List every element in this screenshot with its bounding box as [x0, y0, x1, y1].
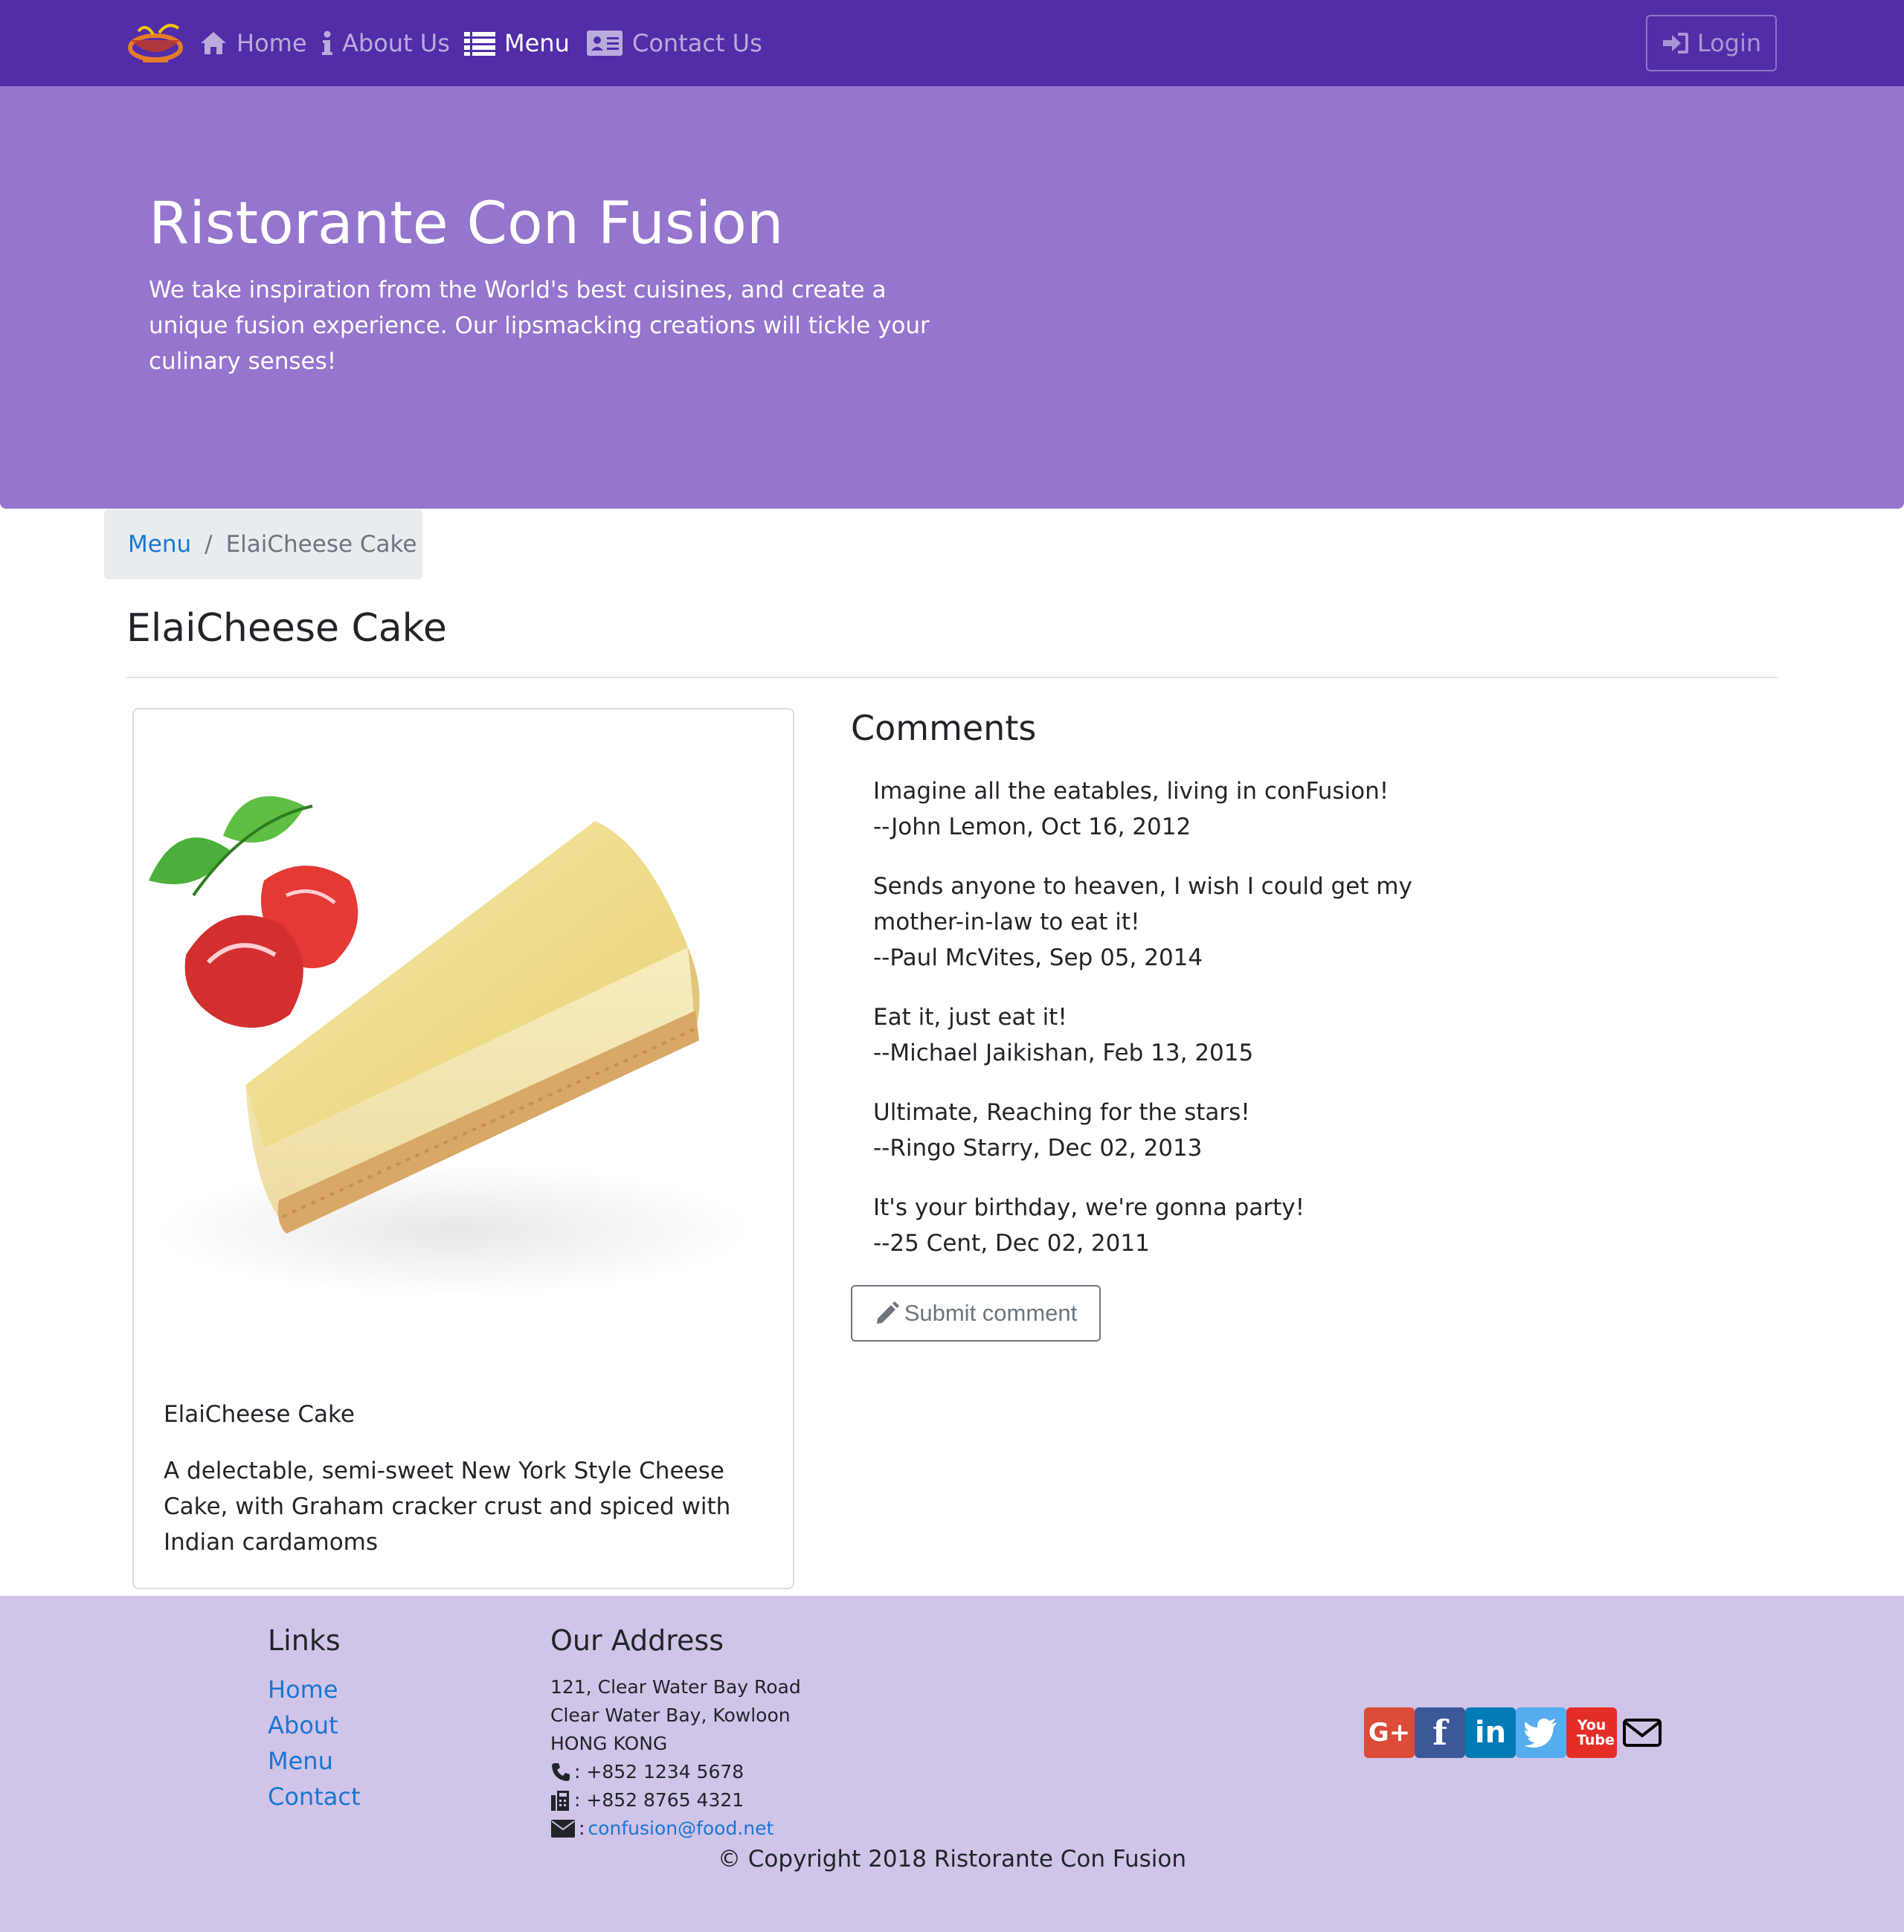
list-icon: [464, 32, 495, 56]
comment-item: Eat it, just eat it! --Michael Jaikishan…: [873, 999, 1490, 1071]
nav-contact[interactable]: Contact Us: [586, 22, 762, 64]
phone-number: : +852 1234 5678: [574, 1761, 744, 1783]
address-line: 121, Clear Water Bay Road: [550, 1676, 801, 1698]
footer-links: Home About Menu Contact: [268, 1672, 361, 1815]
dish-card: ElaiCheese Cake A delectable, semi-sweet…: [132, 708, 794, 1589]
comment-byline: --John Lemon, Oct 16, 2012: [873, 814, 1191, 840]
breadcrumb: Menu / ElaiCheese Cake: [104, 509, 422, 579]
google-plus-icon[interactable]: G+: [1364, 1707, 1415, 1758]
nav-menu-label: Menu: [504, 29, 570, 57]
comment-text: Imagine all the eatables, living in conF…: [873, 778, 1389, 805]
comment-byline: --Michael Jaikishan, Feb 13, 2015: [873, 1040, 1254, 1066]
comment-byline: --Paul McVites, Sep 05, 2014: [873, 944, 1203, 971]
sign-in-icon: [1662, 33, 1688, 54]
linkedin-icon[interactable]: in: [1465, 1707, 1516, 1758]
nav-about-label: About Us: [342, 29, 450, 57]
footer-link-about[interactable]: About: [268, 1711, 338, 1739]
comment-item: It's your birthday, we're gonna party! -…: [873, 1190, 1490, 1261]
comment-text: Ultimate, Reaching for the stars!: [873, 1099, 1250, 1126]
login-label: Login: [1696, 29, 1762, 57]
restaurant-tagline: We take inspiration from the World's bes…: [149, 277, 930, 375]
breadcrumb-separator: /: [205, 531, 213, 558]
footer-link-menu[interactable]: Menu: [268, 1747, 333, 1775]
facebook-icon[interactable]: f: [1415, 1707, 1465, 1758]
submit-comment-label: Submit comment: [904, 1300, 1078, 1326]
nav-home-label: Home: [237, 29, 307, 57]
nav-about[interactable]: About Us: [321, 22, 450, 64]
dish-name: ElaiCheese Cake: [164, 1401, 355, 1428]
address-line: Clear Water Bay, Kowloon: [550, 1704, 791, 1726]
navbar: Home About Us Menu Contact Us Login: [0, 0, 1904, 86]
restaurant-title: Ristorante Con Fusion: [149, 190, 784, 257]
footer-address: 121, Clear Water Bay Road Clear Water Ba…: [550, 1673, 801, 1843]
jumbotron: Ristorante Con Fusion We take inspiratio…: [0, 86, 1904, 509]
pencil-icon: [876, 1301, 899, 1324]
info-icon: [322, 30, 332, 55]
breadcrumb-menu-link[interactable]: Menu: [128, 531, 191, 558]
divider: [126, 677, 1778, 678]
footer-link-contact[interactable]: Contact: [268, 1783, 361, 1811]
footer-address-title: Our Address: [550, 1624, 724, 1657]
twitter-icon[interactable]: [1516, 1707, 1566, 1758]
address-card-icon: [587, 30, 623, 56]
footer-link-home[interactable]: Home: [268, 1675, 338, 1704]
footer-links-title: Links: [268, 1624, 341, 1657]
comment-item: Sends anyone to heaven, I wish I could g…: [873, 869, 1490, 976]
comment-item: Imagine all the eatables, living in conF…: [873, 773, 1490, 845]
nav-home[interactable]: Home: [199, 22, 307, 64]
fax-number: : +852 8765 4321: [574, 1789, 744, 1811]
submit-comment-button[interactable]: Submit comment: [851, 1285, 1101, 1342]
comments-title: Comments: [851, 708, 1037, 748]
dish-image: [134, 709, 793, 1368]
fax-row: : +852 8765 4321: [550, 1786, 801, 1815]
comment-text: Sends anyone to heaven, I wish I could g…: [873, 873, 1412, 936]
fax-icon: [551, 1791, 569, 1811]
restaurant-logo[interactable]: [123, 18, 187, 68]
email-prefix: :: [579, 1817, 585, 1839]
footer: Links Home About Menu Contact Our Addres…: [0, 1596, 1904, 1932]
nav-contact-label: Contact Us: [632, 29, 762, 57]
page-title: ElaiCheese Cake: [126, 606, 447, 651]
breadcrumb-active: ElaiCheese Cake: [225, 531, 417, 558]
dish-description: A delectable, semi-sweet New York Style …: [164, 1458, 731, 1556]
comment-list: Imagine all the eatables, living in conF…: [873, 773, 1490, 1285]
home-icon: [201, 32, 226, 54]
youtube-icon[interactable]: You Tube: [1566, 1707, 1617, 1758]
comment-byline: --25 Cent, Dec 02, 2011: [873, 1230, 1150, 1257]
copyright: © Copyright 2018 Ristorante Con Fusion: [717, 1846, 1187, 1873]
comment-byline: --Ringo Starry, Dec 02, 2013: [873, 1135, 1203, 1162]
comment-text: It's your birthday, we're gonna party!: [873, 1194, 1305, 1221]
envelope-icon: [551, 1820, 575, 1838]
phone-row: : +852 1234 5678: [550, 1758, 801, 1786]
phone-icon: [552, 1763, 570, 1781]
comment-item: Ultimate, Reaching for the stars! --Ring…: [873, 1095, 1490, 1166]
social-links: G+ f in You Tube: [1364, 1707, 1667, 1758]
nav-menu[interactable]: Menu: [464, 22, 570, 64]
email-row: : confusion@food.net: [550, 1815, 801, 1843]
email-link[interactable]: confusion@food.net: [588, 1815, 774, 1843]
email-social-icon[interactable]: [1617, 1707, 1667, 1758]
login-button[interactable]: Login: [1646, 15, 1777, 71]
address-line: HONG KONG: [550, 1733, 668, 1754]
comment-text: Eat it, just eat it!: [873, 1004, 1067, 1031]
